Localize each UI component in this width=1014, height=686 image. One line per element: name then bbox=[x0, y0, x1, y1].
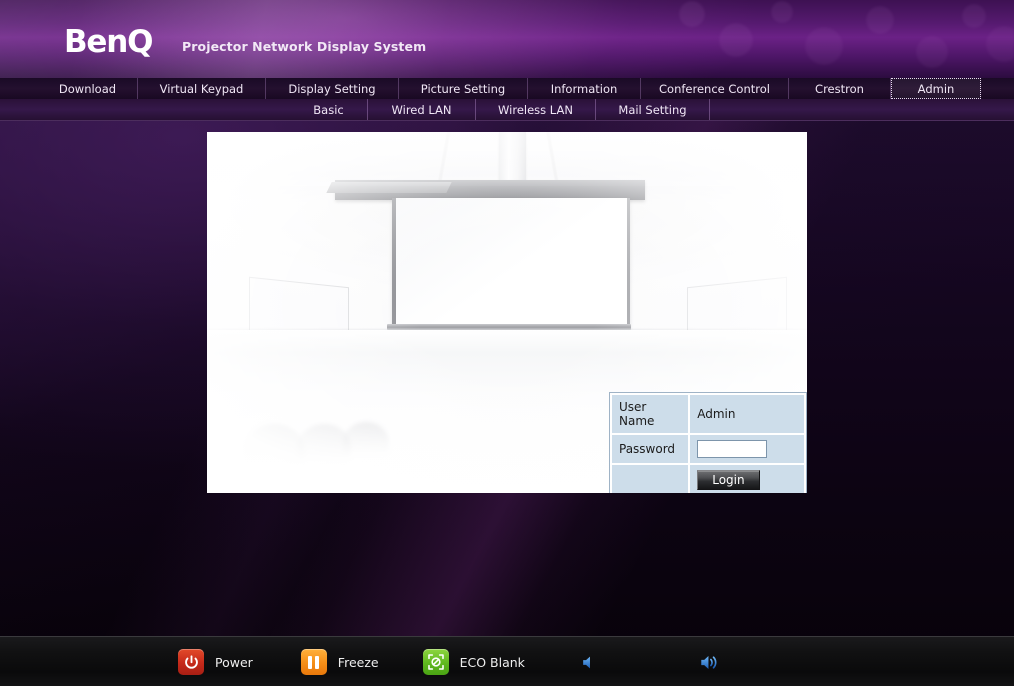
app-root: BenQ Projector Network Display System Do… bbox=[0, 0, 1014, 686]
login-form: User Name Admin Password Login bbox=[609, 392, 807, 493]
nav-item-label: Conference Control bbox=[659, 81, 770, 96]
eco-blank-label: ECO Blank bbox=[459, 654, 525, 670]
freeze-label: Freeze bbox=[337, 654, 379, 670]
sub-nav: Basic Wired LAN Wireless LAN Mail Setting bbox=[0, 99, 1014, 121]
subtab-basic[interactable]: Basic bbox=[290, 99, 368, 120]
subtab-wireless-lan[interactable]: Wireless LAN bbox=[476, 99, 596, 120]
tab-information[interactable]: Information bbox=[528, 78, 641, 99]
page-title: Projector Network Display System bbox=[182, 39, 427, 54]
volume-down-button[interactable] bbox=[575, 649, 605, 675]
subnav-spacer bbox=[0, 99, 290, 120]
pause-icon bbox=[300, 649, 327, 675]
power-label: Power bbox=[215, 654, 253, 670]
subtab-wired-lan[interactable]: Wired LAN bbox=[368, 99, 476, 120]
nav-item-label: Picture Setting bbox=[420, 81, 506, 96]
power-icon bbox=[178, 649, 204, 675]
eco-blank-button[interactable]: ECO Blank bbox=[422, 649, 525, 675]
nav-item-label: Admin bbox=[917, 81, 955, 96]
tab-picture-setting[interactable]: Picture Setting bbox=[399, 78, 528, 99]
table-row: User Name Admin bbox=[612, 395, 804, 433]
tab-admin[interactable]: Admin bbox=[891, 78, 981, 99]
sub-item-label: Basic bbox=[313, 102, 344, 117]
power-button[interactable]: Power bbox=[178, 649, 253, 675]
tab-display-setting[interactable]: Display Setting bbox=[266, 78, 399, 99]
sub-item-label: Wired LAN bbox=[391, 102, 452, 117]
projection-screen-sheen bbox=[396, 198, 620, 328]
chair-reflection bbox=[243, 424, 305, 470]
freeze-button[interactable]: Freeze bbox=[300, 649, 379, 675]
login-button[interactable]: Login bbox=[697, 470, 760, 490]
sub-item-label: Mail Setting bbox=[618, 102, 687, 117]
password-label: Password bbox=[612, 435, 689, 463]
username-value: Admin bbox=[690, 395, 804, 433]
subtab-mail-setting[interactable]: Mail Setting bbox=[596, 99, 710, 120]
bottom-control-bar: Power Freeze ECO Blank bbox=[0, 636, 1014, 686]
main-nav: Download Virtual Keypad Display Setting Pic… bbox=[0, 78, 1014, 100]
volume-up-button[interactable] bbox=[695, 649, 725, 675]
benq-logo: BenQ bbox=[64, 24, 153, 60]
nav-item-label: Download bbox=[58, 81, 117, 96]
table-row: Password bbox=[612, 435, 804, 463]
nav-item-label: Virtual Keypad bbox=[159, 81, 244, 96]
content-panel: User Name Admin Password Login bbox=[207, 132, 807, 493]
tab-conference-control[interactable]: Conference Control bbox=[641, 78, 789, 99]
table-row: Login bbox=[612, 465, 804, 493]
login-table: User Name Admin Password Login bbox=[609, 392, 807, 493]
chair-reflection bbox=[343, 422, 389, 456]
eco-blank-icon bbox=[422, 649, 449, 675]
tab-download[interactable]: Download bbox=[38, 78, 138, 99]
login-button-cell: Login bbox=[690, 465, 804, 493]
benq-logo-text: BenQ bbox=[64, 24, 153, 60]
password-input[interactable] bbox=[697, 440, 768, 458]
sub-item-label: Wireless LAN bbox=[498, 102, 573, 117]
password-cell bbox=[690, 435, 804, 463]
nav-item-label: Information bbox=[550, 81, 618, 96]
projector-mount-pole bbox=[499, 132, 526, 184]
tab-crestron[interactable]: Crestron bbox=[789, 78, 891, 99]
nav-item-label: Display Setting bbox=[288, 81, 376, 96]
username-label: User Name bbox=[612, 395, 689, 433]
app-header: BenQ Projector Network Display System bbox=[0, 0, 1014, 78]
login-empty-cell bbox=[612, 465, 689, 493]
tab-virtual-keypad[interactable]: Virtual Keypad bbox=[138, 78, 266, 99]
nav-item-label: Crestron bbox=[815, 81, 864, 96]
